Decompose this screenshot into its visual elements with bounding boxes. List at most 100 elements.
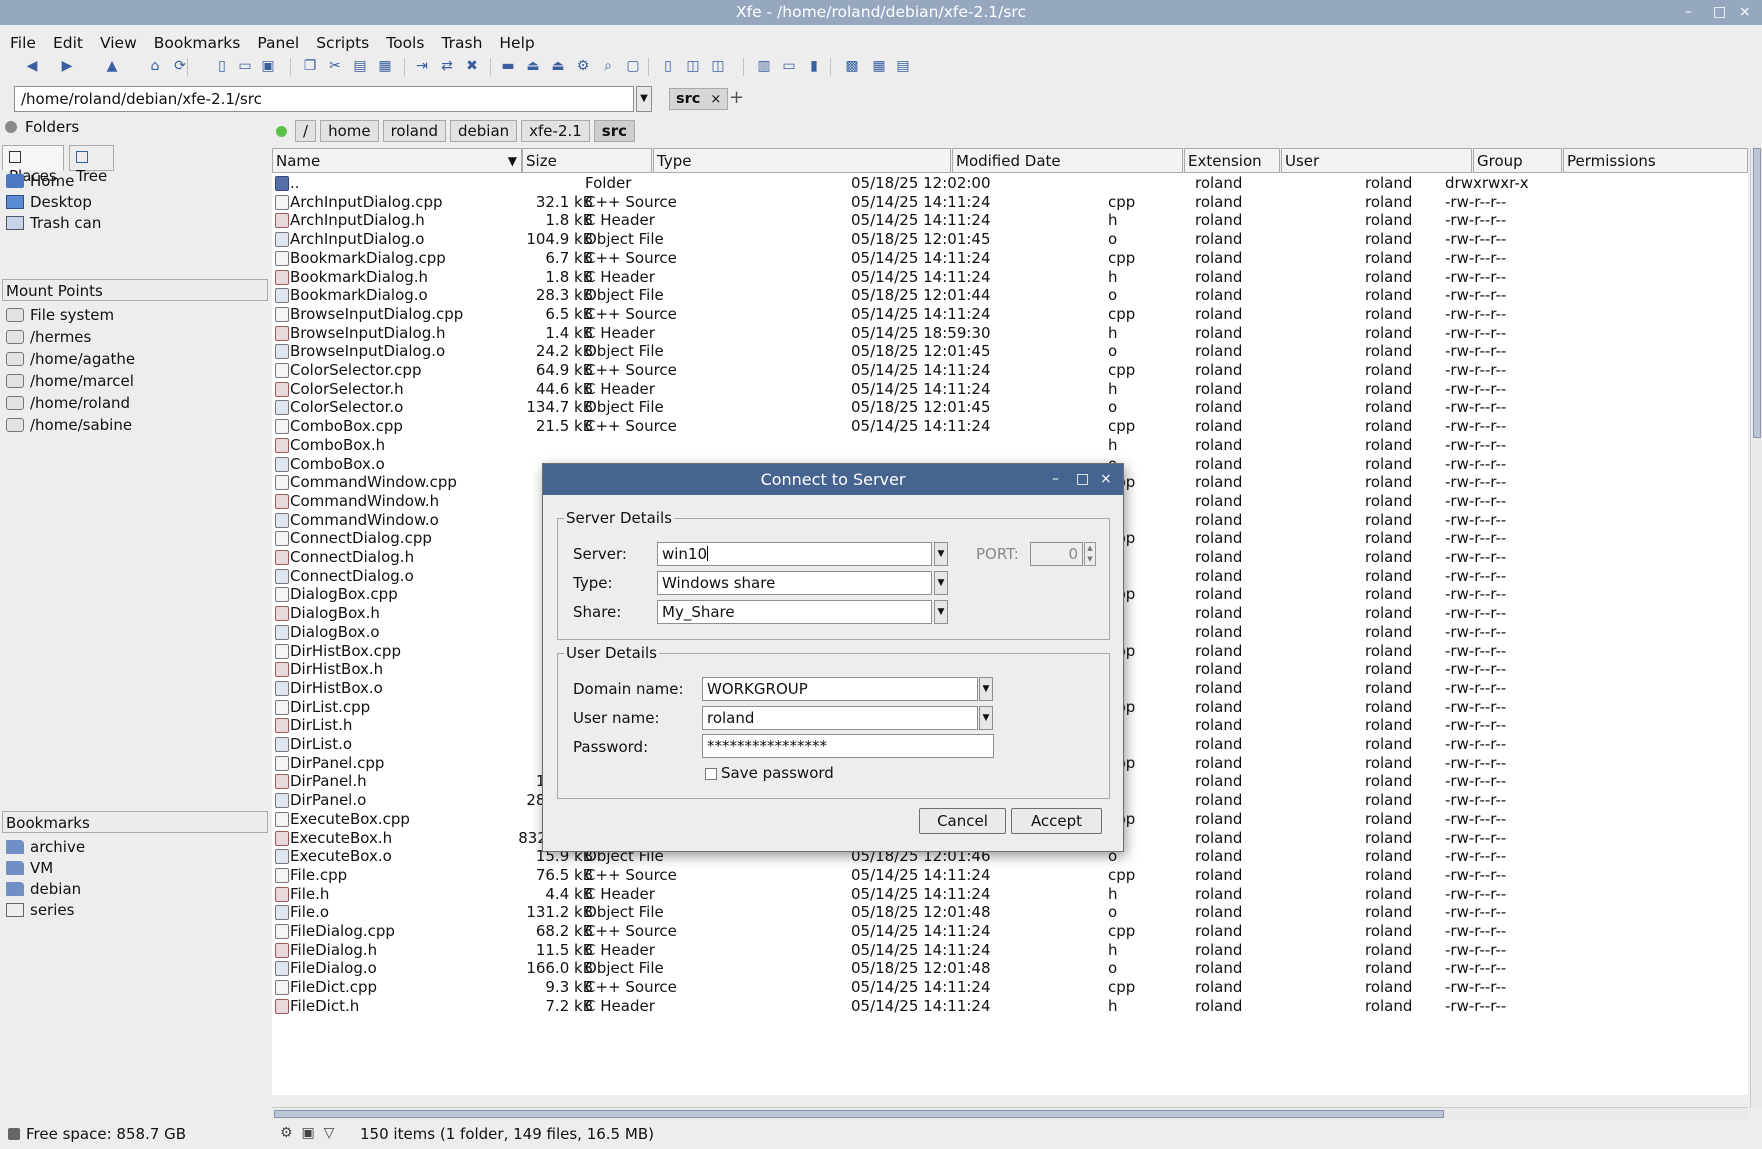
horizontal-scroll-thumb[interactable] (274, 1110, 1444, 1118)
username-dropdown-icon[interactable]: ▼ (979, 706, 993, 730)
share-input[interactable]: My_Share (657, 600, 932, 624)
link-icon[interactable]: ⇄ (437, 56, 457, 76)
type-select[interactable]: Windows share (657, 571, 932, 595)
tree-panel-icon[interactable]: ◫ (683, 56, 703, 76)
rename-icon[interactable]: ▦ (375, 56, 395, 76)
tree-item-home-marcel[interactable]: /home/marcel (6, 370, 134, 392)
add-tab-button[interactable]: + (729, 87, 744, 108)
paste-icon[interactable]: ▤ (350, 56, 370, 76)
terminal-icon[interactable]: ▬ (498, 56, 518, 76)
dialog-minimize-icon[interactable]: – (1052, 464, 1059, 495)
server-dropdown-icon[interactable]: ▼ (934, 542, 948, 566)
menu-help[interactable]: Help (499, 34, 534, 52)
menu-scripts[interactable]: Scripts (316, 34, 369, 52)
column-header-size[interactable]: Size (522, 148, 652, 173)
detailed-icon[interactable]: ▤ (893, 56, 913, 76)
tree-item-home-sabine[interactable]: /home/sabine (6, 414, 132, 436)
menu-file[interactable]: File (10, 34, 36, 52)
big-icons-icon[interactable]: ▩ (842, 56, 862, 76)
column-header-group[interactable]: Group (1473, 148, 1562, 173)
accept-button[interactable]: Accept (1011, 808, 1102, 834)
tree-item-hermes[interactable]: /hermes (6, 326, 91, 348)
horizontal-scrollbar[interactable] (272, 1107, 1748, 1119)
tree-item-desktop[interactable]: Desktop (6, 191, 92, 213)
column-header-name[interactable]: Name ▼ (272, 148, 522, 173)
vertical-scrollbar[interactable] (1750, 148, 1762, 1108)
horizontal-icon[interactable]: ▭ (779, 56, 799, 76)
mount-icon[interactable]: ⏏ (523, 56, 543, 76)
tree-item-home-agathe[interactable]: /home/agathe (6, 348, 135, 370)
save-password-checkbox[interactable] (705, 768, 717, 780)
menu-view[interactable]: View (100, 34, 137, 52)
two-panels-icon[interactable]: ◫ (708, 56, 728, 76)
sync-icon[interactable]: ⚙ (573, 56, 593, 76)
tree-item-series[interactable]: series (6, 899, 74, 921)
port-input[interactable]: 0 (1030, 542, 1083, 566)
path-dropdown-icon[interactable]: ▼ (636, 86, 652, 112)
tab-close-icon[interactable]: × (710, 92, 721, 107)
up-icon[interactable]: ▲ (102, 56, 122, 76)
breadcrumb-debian[interactable]: debian (450, 120, 518, 142)
column-header-type[interactable]: Type (653, 148, 951, 173)
tree-item-home[interactable]: Home (6, 170, 74, 192)
menu-edit[interactable]: Edit (53, 34, 83, 52)
search-icon[interactable]: ⌕ (598, 56, 618, 76)
delete-icon[interactable]: ✖ (462, 56, 482, 76)
column-header-extension[interactable]: Extension (1184, 148, 1280, 173)
new-file-icon[interactable]: ▯ (212, 56, 232, 76)
save-icon[interactable]: ▣ (258, 56, 278, 76)
home-icon[interactable]: ⌂ (145, 56, 165, 76)
maximize-icon[interactable]: □ (1713, 0, 1726, 25)
dialog-close-icon[interactable]: × (1100, 464, 1112, 495)
menu-tools[interactable]: Tools (386, 34, 424, 52)
unmount-icon[interactable]: ⏏ (548, 56, 568, 76)
root-icon[interactable]: ⚙ (280, 1125, 293, 1141)
copy-icon[interactable]: ❐ (300, 56, 320, 76)
minimize-icon[interactable]: – (1685, 0, 1692, 25)
server-input[interactable]: win10 (657, 542, 932, 566)
cancel-button[interactable]: Cancel (919, 808, 1006, 834)
small-icons-icon[interactable]: ▦ (869, 56, 889, 76)
breadcrumb-roland[interactable]: roland (382, 120, 446, 142)
tree-item-file-system[interactable]: File system (6, 304, 114, 326)
back-icon[interactable]: ◀ (22, 56, 42, 76)
port-stepper[interactable]: ▲ ▼ (1084, 542, 1096, 566)
column-header-modified-date[interactable]: Modified Date (952, 148, 1183, 173)
filter-icon[interactable]: ▽ (324, 1125, 335, 1141)
file-row[interactable]: FileDict.h 7.2 kB C Header 05/14/25 14:11:2… (272, 996, 1748, 1017)
tree-two-panels-icon[interactable]: ▥ (754, 56, 774, 76)
tree-item-trash-can[interactable]: Trash can (6, 212, 101, 234)
column-header-permissions[interactable]: Permissions (1563, 148, 1748, 173)
username-input[interactable]: roland (702, 706, 978, 730)
tree-item-home-roland[interactable]: /home/roland (6, 392, 130, 414)
close-icon[interactable]: × (1739, 0, 1751, 25)
breadcrumb-home[interactable]: home (320, 120, 379, 142)
move-icon[interactable]: ⇥ (412, 56, 432, 76)
breadcrumb-xfe-2-1[interactable]: xfe-2.1 (521, 120, 590, 142)
tab-tree[interactable]: Tree (69, 145, 115, 185)
menu-bookmarks[interactable]: Bookmarks (154, 34, 241, 52)
thumbnail-icon[interactable]: ▣ (301, 1125, 314, 1141)
tab-places[interactable]: Places (2, 145, 64, 185)
password-input[interactable]: **************** (702, 734, 994, 758)
column-header-user[interactable]: User (1281, 148, 1472, 173)
menu-trash[interactable]: Trash (441, 34, 482, 52)
dialog-maximize-icon[interactable]: □ (1076, 464, 1089, 495)
properties-icon[interactable]: ▢ (623, 56, 643, 76)
one-panel-icon[interactable]: ▯ (658, 56, 678, 76)
domain-input[interactable]: WORKGROUP (702, 677, 978, 701)
type-dropdown-icon[interactable]: ▼ (934, 571, 948, 595)
share-dropdown-icon[interactable]: ▼ (934, 600, 948, 624)
cut-icon[interactable]: ✂ (325, 56, 345, 76)
tree-item-vm[interactable]: VM (6, 857, 53, 879)
vertical-scroll-thumb[interactable] (1753, 148, 1761, 438)
menu-panel[interactable]: Panel (257, 34, 299, 52)
breadcrumb-root[interactable]: / (295, 120, 317, 142)
tree-item-debian[interactable]: debian (6, 878, 81, 900)
vertical-icon[interactable]: ▮ (804, 56, 824, 76)
forward-icon[interactable]: ▶ (57, 56, 77, 76)
path-input[interactable]: /home/roland/debian/xfe-2.1/src (14, 86, 634, 112)
domain-dropdown-icon[interactable]: ▼ (979, 677, 993, 701)
tab-src[interactable]: src × (669, 88, 729, 110)
breadcrumb-src[interactable]: src (593, 120, 636, 142)
